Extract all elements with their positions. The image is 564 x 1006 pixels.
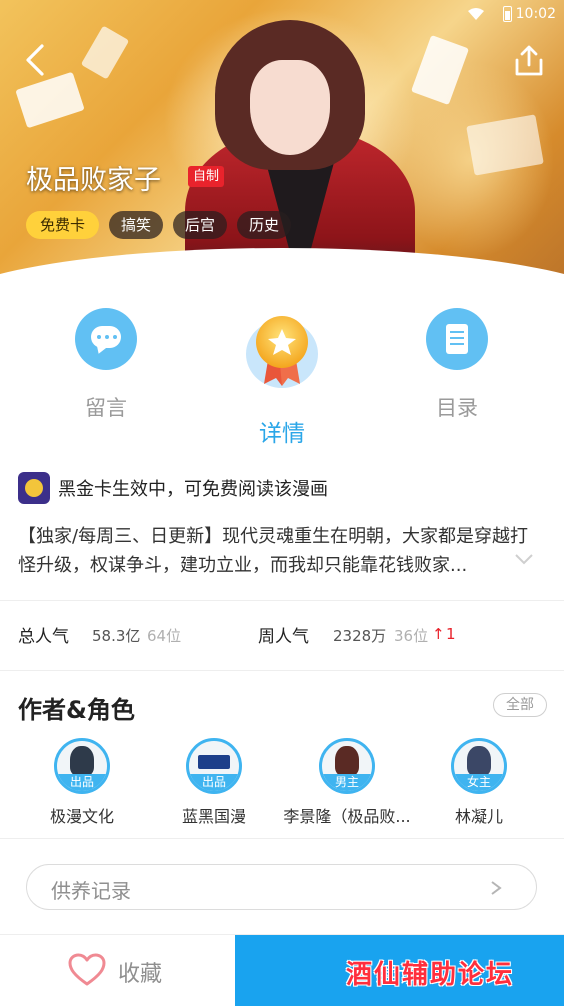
chevron-right-icon — [491, 881, 502, 895]
divider — [0, 670, 564, 671]
banner-curve — [0, 248, 564, 300]
back-button[interactable] — [18, 42, 54, 78]
genre-tag[interactable]: 后宫 — [173, 211, 228, 239]
avatar: 男主 — [319, 738, 375, 794]
weekly-popularity-value: 2328万 — [333, 627, 387, 645]
role-badge: 男主 — [322, 774, 372, 791]
person-name: 林凝儿 — [454, 807, 503, 826]
share-button[interactable] — [512, 44, 546, 78]
total-popularity-rank: 64位 — [147, 627, 182, 645]
free-card-tag[interactable]: 免费卡 — [26, 211, 100, 239]
genre-tag[interactable]: 搞笑 — [109, 211, 164, 239]
list-item[interactable]: 女主 林凝儿 — [414, 738, 544, 827]
list-item[interactable]: 出品 蓝黑国漫 — [149, 738, 279, 827]
battery-icon — [503, 6, 512, 22]
total-popularity-label: 总人气 — [18, 627, 69, 647]
view-all-button[interactable]: 全部 — [493, 693, 547, 717]
tab-toc[interactable]: 目录 — [426, 308, 488, 422]
comic-description[interactable]: 【独家/每周三、日更新】现代灵魂重生在明朝，大家都是穿越打怪升级，权谋争斗，建功… — [18, 522, 538, 580]
role-badge: 出品 — [189, 774, 239, 791]
weekly-popularity-label: 周人气 — [258, 627, 309, 647]
weekly-rank-change: 1 — [446, 625, 456, 643]
status-bar: 10:02 — [0, 0, 564, 30]
medal-star-icon — [244, 310, 320, 390]
role-badge: 出品 — [57, 774, 107, 791]
rank-up-arrow-icon: ↑ — [432, 625, 445, 643]
genre-tag[interactable]: 历史 — [237, 211, 292, 239]
total-popularity-value: 58.3亿 — [92, 627, 141, 645]
comic-title: 极品败家子 — [26, 165, 161, 196]
tab-details[interactable]: 详情 — [240, 310, 324, 448]
decor-paper — [80, 25, 130, 80]
cover-character-face — [250, 60, 330, 155]
wifi-icon — [468, 8, 484, 20]
popularity-stats: 总人气 58.3亿 64位 周人气 2328万 36位 ↑ 1 — [18, 622, 548, 650]
detail-tabs: 留言 详情 目录 — [0, 300, 564, 450]
watermark: 酒仙辅助论坛 — [346, 960, 515, 990]
avatar: 出品 — [186, 738, 242, 794]
divider — [0, 838, 564, 839]
supply-record-label: 供养记录 — [51, 879, 131, 903]
favorite-button[interactable]: 收藏 — [0, 935, 235, 1006]
tab-toc-label: 目录 — [436, 396, 478, 420]
decor-paper — [466, 114, 544, 176]
weekly-popularity-rank: 36位 — [394, 627, 429, 645]
author-character-list: 出品 极漫文化 出品 蓝黑国漫 男主 李景隆（极品败... 女主 林凝儿 — [0, 738, 564, 838]
person-name: 极漫文化 — [49, 807, 114, 826]
decor-paper — [410, 34, 470, 106]
supply-record-button[interactable]: 供养记录 — [26, 864, 537, 910]
chat-bubble-icon — [75, 308, 137, 370]
share-icon — [515, 45, 543, 76]
chevron-down-icon[interactable] — [514, 552, 534, 566]
vip-card-icon — [18, 472, 50, 504]
list-item[interactable]: 出品 极漫文化 — [17, 738, 147, 827]
comic-detail-page: 10:02 极品败家子 自制 免费卡 搞笑 后宫 历史 留言 详情 目录 黑金卡… — [0, 0, 564, 1006]
chevron-left-icon — [26, 44, 44, 76]
tag-list: 免费卡 搞笑 后宫 历史 — [26, 211, 292, 239]
tab-details-label: 详情 — [259, 421, 305, 447]
heart-icon — [68, 953, 106, 986]
favorite-label: 收藏 — [118, 962, 163, 987]
person-name: 李景隆（极品败... — [283, 807, 411, 826]
tab-comments[interactable]: 留言 — [75, 308, 137, 422]
vip-notice[interactable]: 黑金卡生效中，可免费阅读该漫画 — [18, 472, 328, 504]
authors-heading: 作者&角色 — [18, 696, 135, 724]
list-icon — [426, 308, 488, 370]
tab-comments-label: 留言 — [85, 396, 127, 420]
person-name: 蓝黑国漫 — [181, 807, 246, 826]
role-badge: 女主 — [454, 774, 504, 791]
avatar: 出品 — [54, 738, 110, 794]
divider — [0, 600, 564, 601]
list-item[interactable]: 男主 李景隆（极品败... — [282, 738, 412, 827]
status-time: 10:02 — [515, 6, 556, 22]
original-badge: 自制 — [188, 166, 225, 187]
vip-notice-text: 黑金卡生效中，可免费阅读该漫画 — [58, 479, 328, 500]
avatar: 女主 — [451, 738, 507, 794]
decor-paper — [15, 71, 85, 129]
cover-banner: 10:02 极品败家子 自制 免费卡 搞笑 后宫 历史 — [0, 0, 564, 300]
